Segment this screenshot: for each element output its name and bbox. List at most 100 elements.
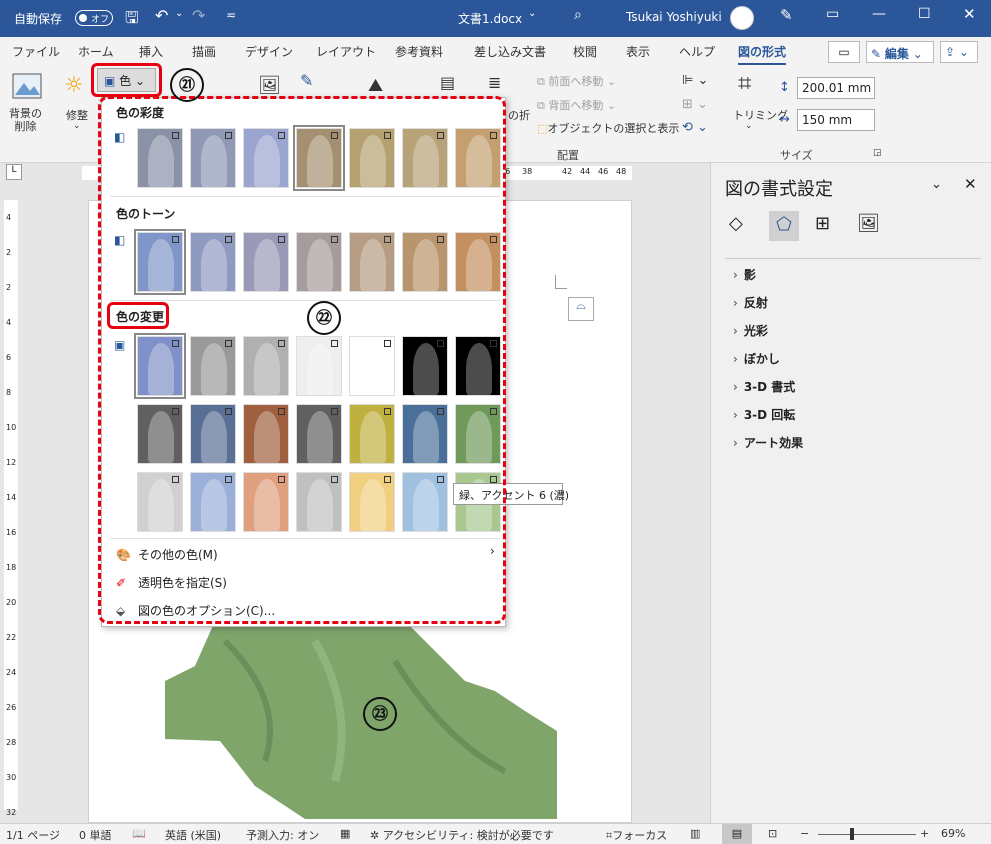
picture-tab-icon[interactable]: 🖼 xyxy=(857,213,880,234)
crop-icon[interactable]: ⌗ xyxy=(738,69,752,97)
close-icon[interactable]: ✕ xyxy=(963,5,976,23)
accessibility-status[interactable]: ✲ アクセシビリティ: 検討が必要です xyxy=(370,827,554,843)
crop-dropdown-icon[interactable]: ⌄ xyxy=(745,121,753,131)
tab-review[interactable]: 校閲 xyxy=(573,43,597,60)
width-input[interactable]: 150 mm xyxy=(797,109,875,131)
tab-design[interactable]: デザイン xyxy=(245,43,293,60)
corrections-icon[interactable]: ☼ xyxy=(64,73,84,98)
tab-stop-icon[interactable]: L xyxy=(6,164,22,180)
zoom-level[interactable]: 69% xyxy=(941,827,965,840)
pane-section-3[interactable]: › ぼかし xyxy=(733,350,780,367)
expand-chevron-icon: › xyxy=(733,324,738,338)
tab-home[interactable]: ホーム xyxy=(78,43,114,60)
fill-line-icon[interactable]: ◇ xyxy=(729,213,743,234)
user-avatar[interactable] xyxy=(730,6,754,30)
text-prediction[interactable]: 予測入力: オン xyxy=(246,827,319,843)
corrections-dropdown-icon[interactable]: ⌄ xyxy=(73,121,81,131)
ribbon-tabs: ファイル ホーム 挿入 描画 デザイン レイアウト 参考資料 差し込み文書 校閲… xyxy=(0,37,991,66)
pane-section-2[interactable]: › 光彩 xyxy=(733,322,768,339)
selection-pane-button[interactable]: ⬚オブジェクトの選択と表示 xyxy=(537,120,679,136)
recolored-photo[interactable] xyxy=(165,621,557,819)
height-input[interactable]: 200.01 mm xyxy=(797,77,875,99)
language[interactable]: 英語 (米国) xyxy=(165,827,221,843)
arrange-group-label: 配置 xyxy=(557,149,579,162)
tab-layout[interactable]: レイアウト xyxy=(316,43,376,60)
pane-section-5[interactable]: › 3-D 回転 xyxy=(733,406,795,423)
wrap-text-icon[interactable]: ≣ xyxy=(488,73,501,92)
pane-section-1[interactable]: › 反射 xyxy=(733,294,768,311)
user-name[interactable]: Tsukai Yoshiyuki xyxy=(626,10,722,24)
web-layout-icon[interactable]: ⊡ xyxy=(768,827,777,840)
pane-section-6[interactable]: › アート効果 xyxy=(733,434,803,451)
pencil-icon: ✎ xyxy=(871,47,882,61)
pane-title: 図の書式設定 xyxy=(725,179,833,200)
wrap-text-label[interactable]: の折 xyxy=(508,107,530,123)
zoom-in-icon[interactable]: + xyxy=(920,827,929,840)
focus-button[interactable]: ⌗フォーカス xyxy=(606,827,667,843)
pane-close-icon[interactable]: ✕ xyxy=(964,175,977,193)
read-mode-icon[interactable]: ▥ xyxy=(690,827,700,840)
proofing-icon[interactable]: 📖 xyxy=(132,827,146,840)
remove-background-label[interactable]: 背景の 削除 xyxy=(9,107,42,133)
page-count[interactable]: 1/1 ページ xyxy=(6,827,60,843)
ribbon-display-icon[interactable]: ▭ xyxy=(826,6,839,22)
minimize-icon[interactable]: — xyxy=(872,6,886,22)
undo-dropdown-icon[interactable]: ⌄ xyxy=(175,8,183,19)
tab-picture-format[interactable]: 図の形式 xyxy=(738,43,787,66)
tab-view[interactable]: 表示 xyxy=(626,43,650,60)
tab-references[interactable]: 参考資料 xyxy=(395,43,443,60)
undo-icon[interactable]: ↶ xyxy=(155,6,168,25)
search-icon[interactable]: ⌕ xyxy=(574,7,582,23)
vruler-number: 4 xyxy=(6,318,12,327)
document-title[interactable]: 文書1.docx xyxy=(458,10,522,27)
title-dropdown-icon[interactable]: ⌄ xyxy=(528,8,536,19)
word-count[interactable]: 0 単語 xyxy=(79,827,112,843)
align-icon[interactable]: ⊫ ⌄ xyxy=(682,73,708,88)
expand-chevron-icon: › xyxy=(733,268,738,282)
tab-mailings[interactable]: 差し込み文書 xyxy=(474,43,546,60)
comments-button[interactable]: ▭ xyxy=(828,41,860,63)
vertical-ruler[interactable]: 4 2 2 4 6 8 10 12 14 16 18 20 22 24 26 28 30 32 xyxy=(0,183,22,823)
autosave-toggle[interactable]: オフ xyxy=(75,10,113,26)
vruler-number: 28 xyxy=(6,738,17,747)
ruler-number: 42 xyxy=(562,167,573,176)
pane-section-0[interactable]: › 影 xyxy=(733,266,756,283)
vruler-number: 16 xyxy=(6,528,17,537)
macro-icon[interactable]: ▦ xyxy=(340,827,350,840)
vruler-number: 2 xyxy=(6,248,12,257)
tab-file[interactable]: ファイル xyxy=(12,43,60,60)
vruler-number: 24 xyxy=(6,668,17,677)
customize-qat-icon[interactable]: ≂ xyxy=(226,8,236,22)
redo-icon[interactable]: ↷ xyxy=(192,6,205,25)
comment-icon: ▭ xyxy=(838,45,850,59)
tab-insert[interactable]: 挿入 xyxy=(139,43,163,60)
picture-border-icon[interactable]: ✎ xyxy=(300,71,313,90)
share-button[interactable]: ⇪ ⌄ xyxy=(940,41,978,63)
size-launcher-icon[interactable]: ◲ xyxy=(873,148,882,158)
zoom-out-icon[interactable]: − xyxy=(800,827,809,840)
pen-icon[interactable]: ✎ xyxy=(780,6,793,24)
pane-section-label: 3-D 回転 xyxy=(743,408,796,422)
position-icon[interactable]: ▤ xyxy=(440,73,455,92)
alt-text-icon[interactable]: ⛰ xyxy=(368,75,383,96)
tab-help[interactable]: ヘルプ xyxy=(679,43,715,60)
layout-properties-icon[interactable]: ⊞ xyxy=(815,213,830,234)
maximize-icon[interactable]: ☐ xyxy=(918,6,931,22)
bring-forward-button[interactable]: ⧉ 前面へ移動 ⌄ xyxy=(537,73,616,89)
send-backward-button[interactable]: ⧉ 背面へ移動 ⌄ xyxy=(537,97,616,113)
title-bar: 自動保存 オフ 🖫 ↶ ⌄ ↷ ≂ 文書1.docx ⌄ ⌕ Tsukai Yo… xyxy=(0,0,991,37)
picture-icon[interactable]: 🖼 xyxy=(258,75,281,96)
editing-button[interactable]: ✎ 編集 ⌄ xyxy=(866,41,934,63)
group-icon[interactable]: ⊞ ⌄ xyxy=(682,97,708,112)
remove-background-icon[interactable] xyxy=(12,73,42,99)
pane-section-4[interactable]: › 3-D 書式 xyxy=(733,378,795,395)
save-icon[interactable]: 🖫 xyxy=(125,7,139,34)
layout-options-icon[interactable]: ⌓ xyxy=(568,297,594,321)
pane-options-chevron-icon[interactable]: ⌄ xyxy=(931,177,942,192)
tab-draw[interactable]: 描画 xyxy=(192,43,216,60)
effects-icon[interactable]: ⬠ xyxy=(769,211,799,241)
print-layout-icon[interactable]: ▤ xyxy=(722,824,752,844)
zoom-slider[interactable] xyxy=(818,834,916,835)
rotate-icon[interactable]: ⟲ ⌄ xyxy=(682,120,708,135)
zoom-slider-thumb[interactable] xyxy=(850,828,854,840)
